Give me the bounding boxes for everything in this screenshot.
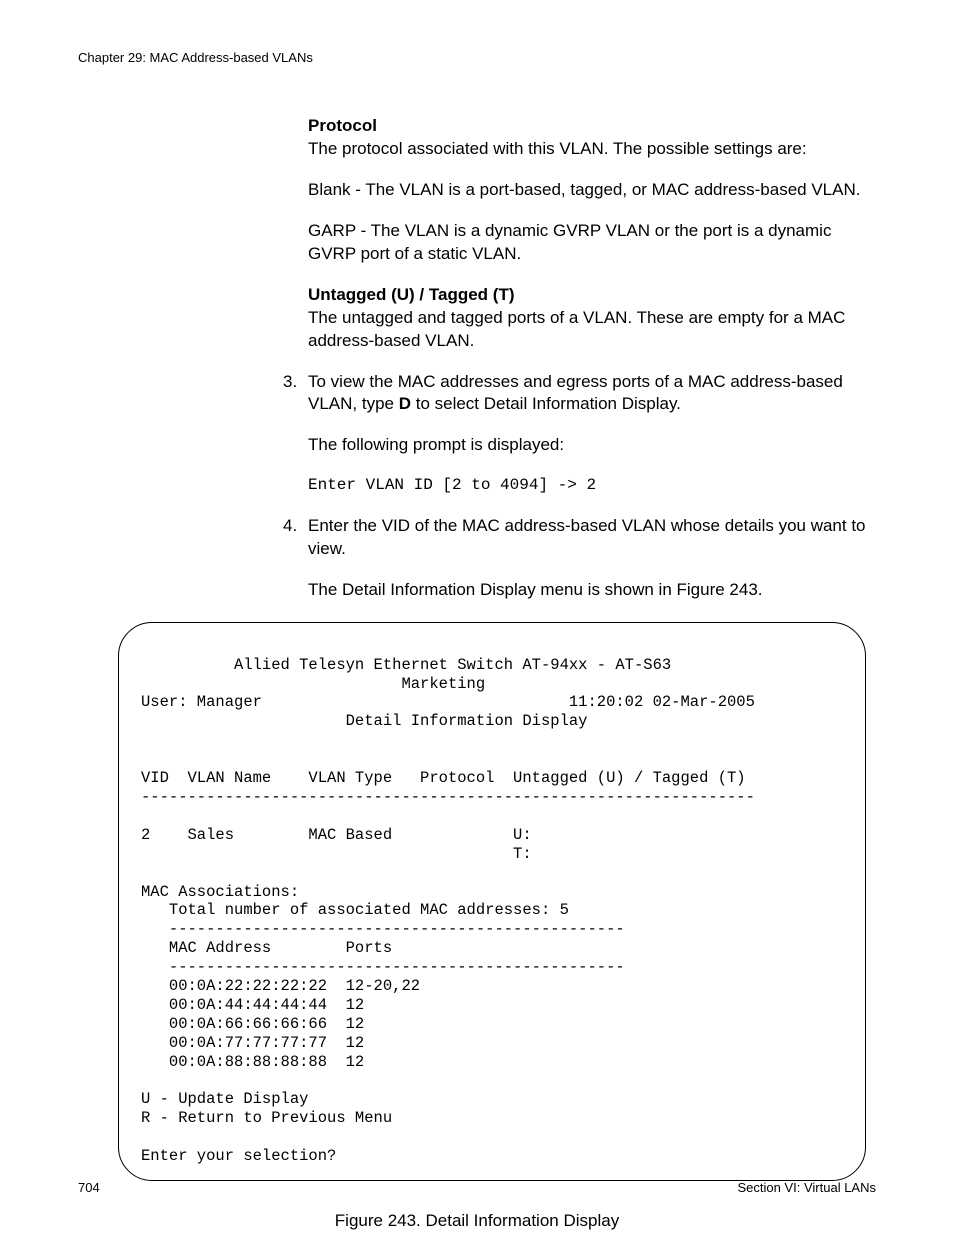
term-line: 00:0A:66:66:66:66 12 [141, 1015, 364, 1033]
step4-marker: 4. [283, 515, 308, 602]
term-line: Allied Telesyn Ethernet Switch AT-94xx -… [141, 656, 671, 674]
step3-key: D [399, 394, 411, 413]
term-line: Marketing [141, 675, 485, 693]
section-label: Section VI: Virtual LANs [738, 1180, 877, 1195]
page-number: 704 [78, 1180, 100, 1195]
running-header: Chapter 29: MAC Address-based VLANs [78, 50, 876, 65]
step3-text-b: to select Detail Information Display. [411, 394, 681, 413]
term-line: 00:0A:44:44:44:44 12 [141, 996, 364, 1014]
term-line: Enter your selection? [141, 1147, 336, 1165]
step-4: 4. Enter the VID of the MAC address-base… [283, 515, 876, 602]
protocol-garp: GARP - The VLAN is a dynamic GVRP VLAN o… [308, 220, 876, 266]
untagged-desc: The untagged and tagged ports of a VLAN.… [308, 307, 876, 353]
protocol-title: Protocol [308, 115, 876, 138]
term-line: 00:0A:88:88:88:88 12 [141, 1053, 364, 1071]
term-line: Total number of associated MAC addresses… [141, 901, 569, 919]
terminal-display: Allied Telesyn Ethernet Switch AT-94xx -… [118, 622, 866, 1181]
step4-text: Enter the VID of the MAC address-based V… [308, 516, 866, 558]
term-line: MAC Address Ports [141, 939, 392, 957]
term-line: ----------------------------------------… [141, 958, 625, 976]
step3-followup: The following prompt is displayed: [308, 434, 876, 457]
term-line: MAC Associations: [141, 883, 299, 901]
figure-caption: Figure 243. Detail Information Display [78, 1211, 876, 1231]
term-line: 00:0A:22:22:22:22 12-20,22 [141, 977, 420, 995]
protocol-desc: The protocol associated with this VLAN. … [308, 138, 876, 161]
term-line: ----------------------------------------… [141, 788, 755, 806]
term-line: ----------------------------------------… [141, 920, 625, 938]
term-line: Detail Information Display [141, 712, 587, 730]
footer: 704 Section VI: Virtual LANs [78, 1180, 876, 1195]
term-line: 00:0A:77:77:77:77 12 [141, 1034, 364, 1052]
page: Chapter 29: MAC Address-based VLANs Prot… [0, 0, 954, 1235]
untagged-title: Untagged (U) / Tagged (T) [308, 284, 876, 307]
step4-content: Enter the VID of the MAC address-based V… [308, 515, 876, 602]
protocol-block: Protocol The protocol associated with th… [308, 115, 876, 353]
term-line: VID VLAN Name VLAN Type Protocol Untagge… [141, 769, 746, 787]
term-line: U - Update Display [141, 1090, 308, 1108]
step-3: 3. To view the MAC addresses and egress … [283, 371, 876, 497]
step4-followup: The Detail Information Display menu is s… [308, 579, 876, 602]
term-line: 2 Sales MAC Based U: [141, 826, 532, 844]
term-line: R - Return to Previous Menu [141, 1109, 392, 1127]
term-line: User: Manager 11:20:02 02-Mar-2005 [141, 693, 755, 711]
protocol-blank: Blank - The VLAN is a port-based, tagged… [308, 179, 876, 202]
step3-marker: 3. [283, 371, 308, 497]
step3-content: To view the MAC addresses and egress por… [308, 371, 876, 497]
step3-prompt: Enter VLAN ID [2 to 4094] -> 2 [308, 475, 876, 497]
term-line: T: [141, 845, 532, 863]
